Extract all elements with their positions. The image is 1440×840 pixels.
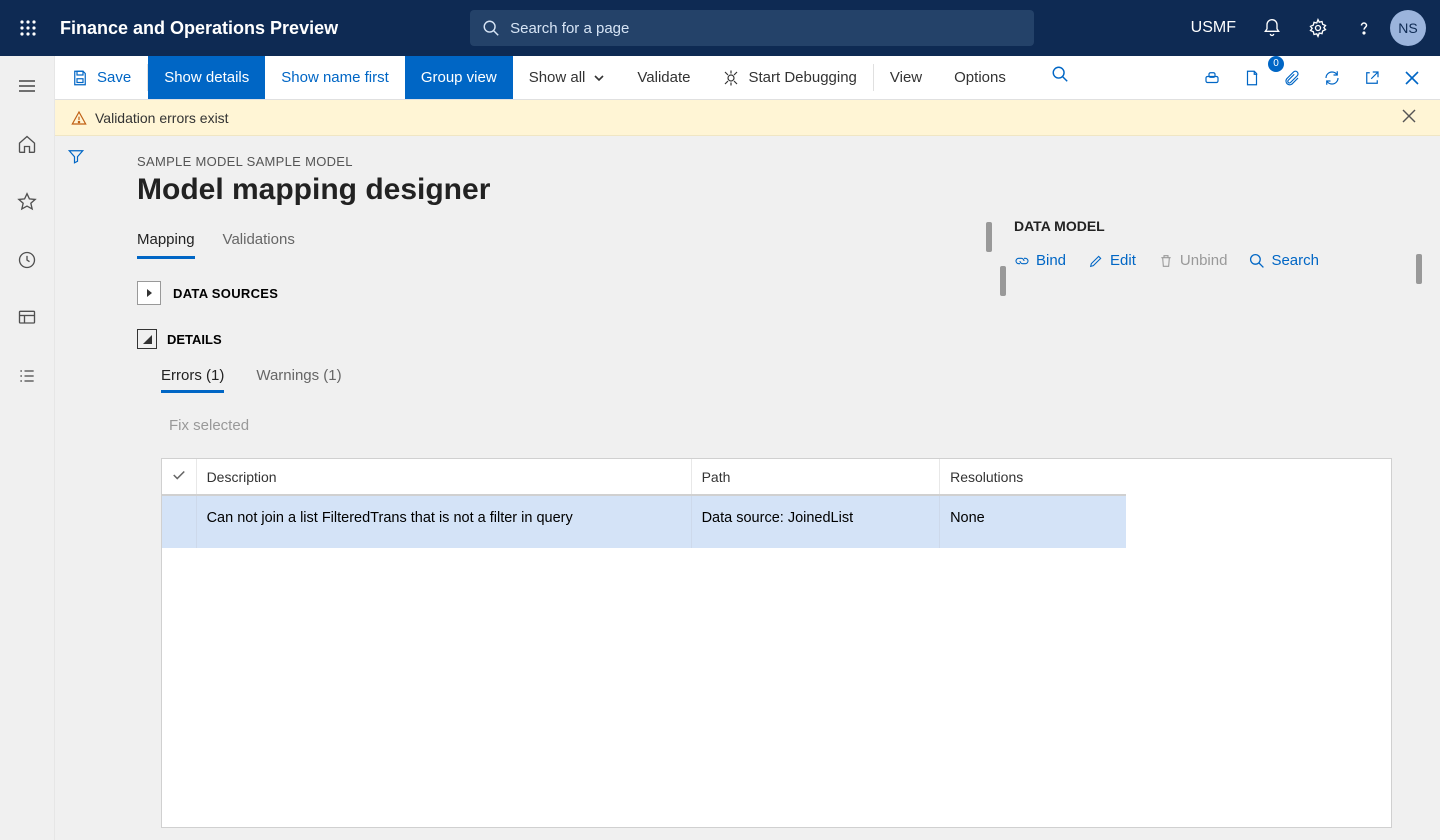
top-nav: Finance and Operations Preview Search fo…: [0, 0, 1440, 56]
save-icon: [71, 69, 89, 87]
notifications-icon[interactable]: [1252, 8, 1292, 48]
page-title: Model mapping designer: [137, 173, 1440, 207]
workspace-icon[interactable]: [7, 298, 47, 338]
save-button[interactable]: Save: [55, 56, 147, 99]
notification-bar: Validation errors exist: [55, 100, 1440, 136]
row-checkbox[interactable]: [162, 495, 196, 548]
splitter-handle[interactable]: [1416, 254, 1422, 284]
search-placeholder: Search for a page: [510, 20, 629, 37]
col-resolutions[interactable]: Resolutions: [940, 459, 1126, 495]
close-icon[interactable]: [1394, 60, 1430, 96]
data-sources-label: DATA SOURCES: [173, 286, 278, 301]
validate-button[interactable]: Validate: [621, 56, 706, 99]
show-details-button[interactable]: Show details: [148, 56, 265, 99]
cell-resolutions: None: [940, 495, 1126, 548]
view-button[interactable]: View: [874, 56, 938, 99]
triangle-down-icon: [141, 333, 153, 345]
filter-icon[interactable]: [55, 136, 97, 176]
pencil-icon: [1088, 253, 1104, 269]
show-name-first-button[interactable]: Show name first: [265, 56, 405, 99]
refresh-icon[interactable]: [1314, 60, 1350, 96]
app-title: Finance and Operations Preview: [56, 18, 338, 39]
modules-icon[interactable]: [7, 356, 47, 396]
splitter-handle[interactable]: [1000, 266, 1006, 296]
action-bar: Save Show details Show name first Group …: [55, 56, 1440, 100]
cell-path: Data source: JoinedList: [691, 495, 940, 548]
data-model-title: DATA MODEL: [1014, 218, 1414, 234]
star-icon[interactable]: [7, 182, 47, 222]
details-toggle[interactable]: [137, 329, 157, 349]
link-icon: [1014, 253, 1030, 269]
start-debugging-button[interactable]: Start Debugging: [706, 56, 872, 99]
chevron-down-icon: [593, 72, 605, 84]
company-selector[interactable]: USMF: [1181, 19, 1246, 37]
left-rail: [0, 56, 55, 840]
app-launcher-icon[interactable]: [0, 19, 56, 37]
search-icon: [1249, 253, 1265, 269]
unbind-button: Unbind: [1158, 252, 1228, 269]
search-button[interactable]: Search: [1249, 252, 1319, 269]
gear-icon[interactable]: [1298, 8, 1338, 48]
details-subtabs: Errors (1) Warnings (1): [161, 367, 1440, 393]
chevron-right-icon: [144, 288, 154, 298]
options-button[interactable]: Options: [938, 56, 1022, 99]
tab-validations[interactable]: Validations: [223, 231, 295, 259]
col-path[interactable]: Path: [691, 459, 940, 495]
splitter-handle[interactable]: [986, 222, 992, 252]
notification-close-icon[interactable]: [1402, 109, 1424, 126]
search-input[interactable]: Search for a page: [470, 10, 1034, 46]
data-model-panel: DATA MODEL Bind Edit Unbind Search: [1014, 218, 1414, 269]
notification-message: Validation errors exist: [95, 110, 229, 126]
data-sources-toggle[interactable]: [137, 281, 161, 305]
link-icon[interactable]: [1194, 60, 1230, 96]
show-all-dropdown[interactable]: Show all: [513, 56, 622, 99]
group-view-button[interactable]: Group view: [405, 56, 513, 99]
tab-mapping[interactable]: Mapping: [137, 231, 195, 259]
select-all-checkbox[interactable]: [162, 459, 196, 495]
search-icon: [482, 19, 500, 37]
details-label: DETAILS: [167, 332, 222, 347]
debug-icon: [722, 69, 740, 87]
content-area: SAMPLE MODEL SAMPLE MODEL Model mapping …: [55, 136, 1440, 840]
hamburger-icon[interactable]: [7, 66, 47, 106]
table-row[interactable]: Can not join a list FilteredTrans that i…: [162, 495, 1126, 548]
bind-button[interactable]: Bind: [1014, 252, 1066, 269]
trash-icon: [1158, 253, 1174, 269]
popout-icon[interactable]: [1354, 60, 1390, 96]
check-icon: [172, 468, 186, 482]
avatar[interactable]: NS: [1390, 10, 1426, 46]
edit-button[interactable]: Edit: [1088, 252, 1136, 269]
subtab-errors[interactable]: Errors (1): [161, 367, 224, 393]
attachments-icon[interactable]: 0: [1274, 60, 1310, 96]
office-icon[interactable]: [1234, 60, 1270, 96]
subtab-warnings[interactable]: Warnings (1): [256, 367, 341, 393]
errors-table: Description Path Resolutions Can not joi…: [161, 458, 1392, 828]
warning-icon: [71, 110, 87, 126]
find-icon[interactable]: [1042, 56, 1078, 92]
help-icon[interactable]: [1344, 8, 1384, 48]
fix-selected-button: Fix selected: [169, 417, 1440, 434]
col-description[interactable]: Description: [196, 459, 691, 495]
cell-description: Can not join a list FilteredTrans that i…: [196, 495, 691, 548]
home-icon[interactable]: [7, 124, 47, 164]
recent-icon[interactable]: [7, 240, 47, 280]
breadcrumb: SAMPLE MODEL SAMPLE MODEL: [137, 154, 1440, 169]
